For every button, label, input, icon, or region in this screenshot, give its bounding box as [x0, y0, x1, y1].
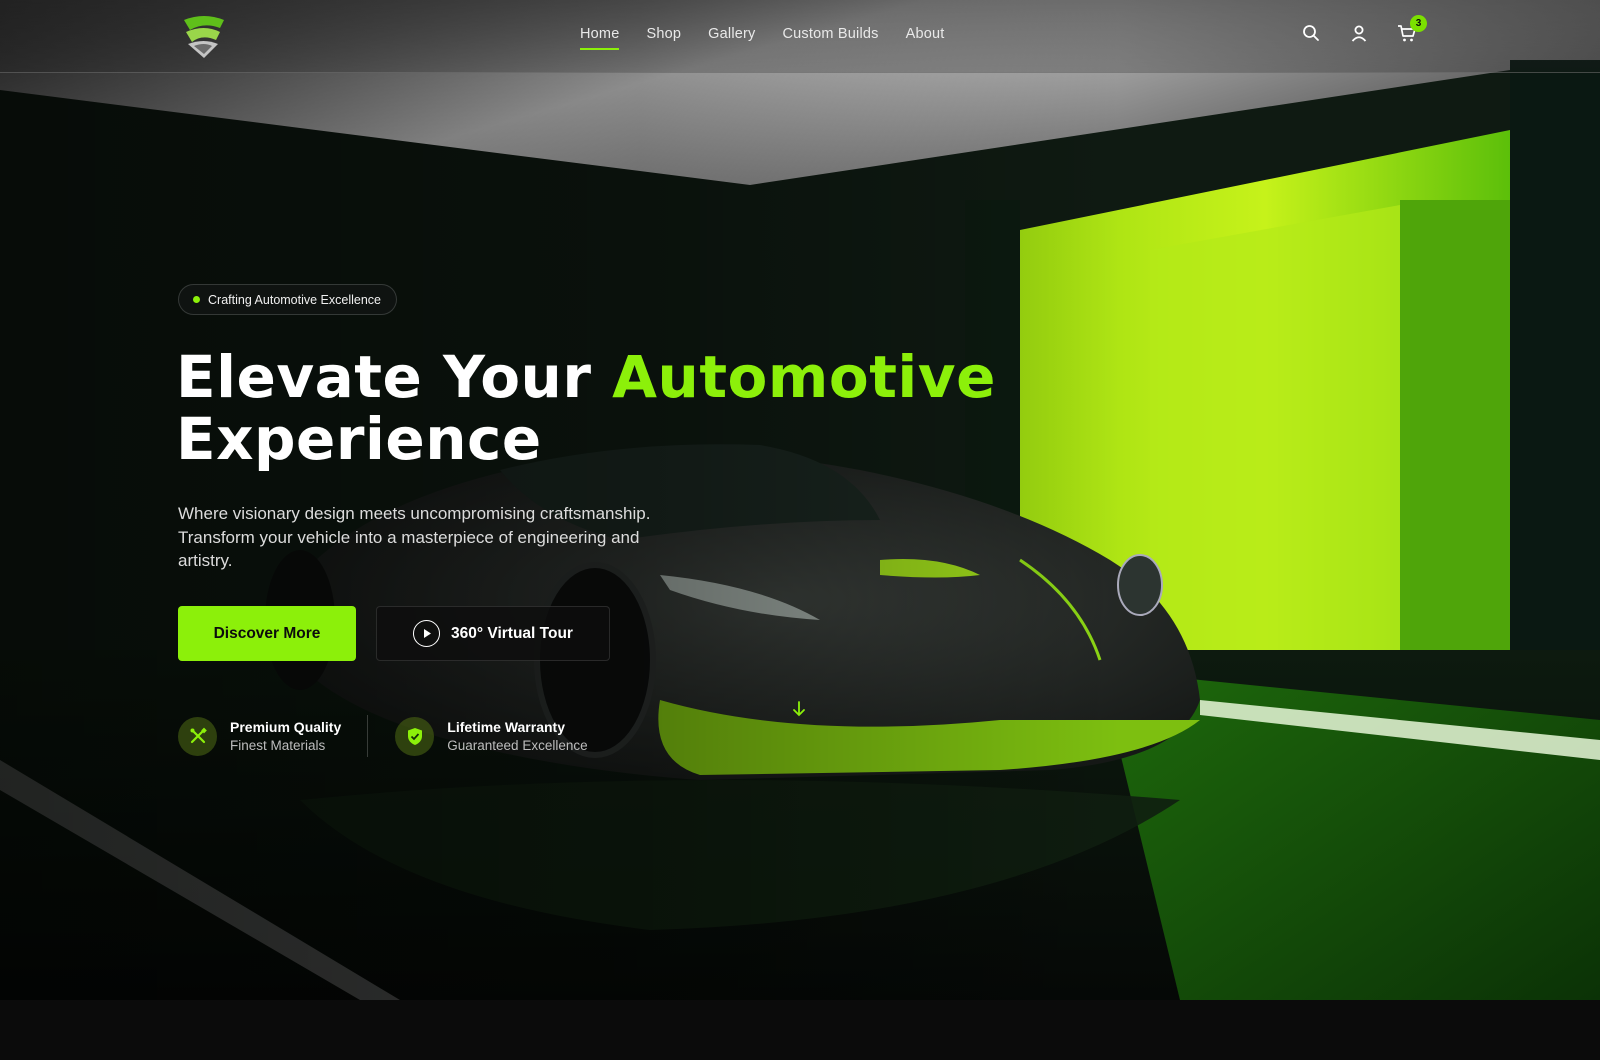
- badge-dot-icon: [193, 296, 200, 303]
- nav-icon-group: 3: [1300, 15, 1427, 44]
- feature-title: Lifetime Warranty: [447, 719, 565, 735]
- feature-premium-quality: Premium Quality Finest Materials: [178, 716, 342, 756]
- play-icon: [413, 620, 441, 647]
- scroll-down-icon[interactable]: [791, 700, 807, 718]
- cart-icon[interactable]: 3: [1396, 15, 1427, 44]
- feature-subtitle: Guaranteed Excellence: [447, 738, 588, 753]
- top-navigation: Home Shop Gallery Custom Builds About 3: [0, 0, 1600, 73]
- user-icon[interactable]: [1348, 22, 1370, 44]
- headline-part-1: Elevate Your: [176, 343, 613, 411]
- feature-divider: [367, 715, 369, 757]
- feature-title: Premium Quality: [230, 719, 342, 735]
- main-menu: Home Shop Gallery Custom Builds About: [580, 26, 945, 50]
- tools-icon: [178, 716, 217, 756]
- virtual-tour-button[interactable]: 360° Virtual Tour: [376, 606, 610, 661]
- hero-badge-text: Crafting Automotive Excellence: [208, 292, 382, 307]
- feature-subtitle: Finest Materials: [230, 738, 326, 753]
- headline-accent: Automotive: [612, 343, 996, 411]
- shield-check-icon: [395, 716, 435, 756]
- page-bottom-band: [0, 1000, 1600, 1060]
- discover-more-button[interactable]: Discover More: [178, 606, 356, 661]
- hero-subtext: Where visionary design meets uncompromis…: [178, 504, 651, 570]
- nav-link-about[interactable]: About: [906, 26, 945, 50]
- feature-lifetime-warranty: Lifetime Warranty Guaranteed Excellence: [395, 716, 588, 756]
- nav-link-custom-builds[interactable]: Custom Builds: [783, 26, 879, 50]
- feature-list: Premium Quality Finest Materials Lifetim…: [178, 715, 588, 757]
- hero-section: [0, 0, 1600, 1000]
- hero-badge: Crafting Automotive Excellence: [178, 284, 398, 315]
- nav-link-home[interactable]: Home: [580, 26, 620, 50]
- hero-headline: Elevate Your Automotive Experience: [176, 346, 996, 470]
- nav-link-shop[interactable]: Shop: [646, 26, 681, 50]
- headline-part-2: Experience: [176, 405, 542, 473]
- cart-count-badge: 3: [1410, 15, 1427, 32]
- nav-link-gallery[interactable]: Gallery: [708, 26, 755, 50]
- search-icon[interactable]: [1300, 22, 1322, 44]
- virtual-tour-label: 360° Virtual Tour: [451, 624, 573, 642]
- brand-logo[interactable]: [180, 14, 228, 60]
